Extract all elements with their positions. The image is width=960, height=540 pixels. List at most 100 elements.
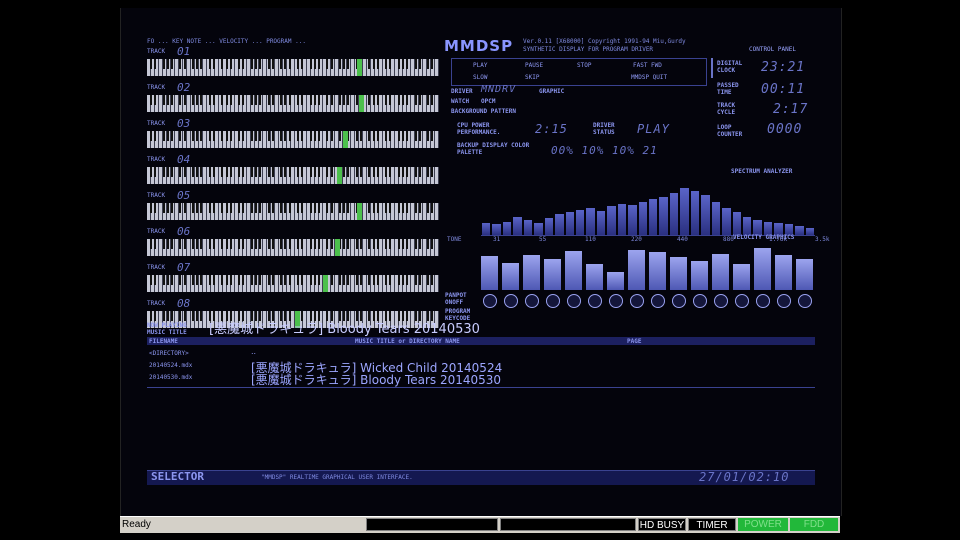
panpot-knob[interactable] [714, 294, 728, 308]
track-label: TRACK [147, 84, 166, 91]
black-key [339, 275, 341, 285]
black-key [267, 95, 270, 105]
fast-forward-button[interactable]: FAST FWD [633, 62, 662, 69]
black-key [154, 275, 157, 285]
play-button[interactable]: PLAY [473, 62, 487, 69]
file-name[interactable]: 20140524.mdx [149, 362, 192, 369]
black-key [402, 275, 404, 285]
digital-clock-value: 23:21 [761, 60, 806, 75]
timer-indicator: TIMER [688, 518, 736, 531]
black-key [326, 131, 329, 141]
black-key [192, 167, 194, 177]
file-name[interactable]: 20140530.mdx [149, 374, 192, 381]
black-key [301, 95, 304, 105]
track-number: 06 [177, 225, 191, 238]
black-key [271, 203, 274, 213]
file-title[interactable]: [悪魔城ドラキュラ] Bloody Tears 20140530 [251, 371, 501, 388]
black-key [271, 59, 274, 69]
black-key [313, 131, 316, 141]
black-key [288, 95, 291, 105]
panpot-knob[interactable] [735, 294, 749, 308]
driver-status-value: PLAY [637, 122, 670, 136]
black-key [267, 203, 270, 213]
slow-button[interactable]: SLOW [473, 74, 487, 81]
panpot-knob[interactable] [609, 294, 623, 308]
black-key [297, 275, 299, 285]
pause-button[interactable]: PAUSE [525, 62, 543, 69]
black-key [242, 239, 245, 249]
black-key [330, 275, 333, 285]
panpot-knob[interactable] [588, 294, 602, 308]
black-key [406, 167, 409, 177]
graphic-label: GRAPHIC [539, 88, 565, 95]
black-key [414, 167, 417, 177]
black-key [427, 59, 430, 69]
black-key [280, 275, 283, 285]
black-key [326, 59, 329, 69]
skip-button[interactable]: SKIP [525, 74, 539, 81]
black-key [150, 203, 152, 213]
panpot-knob[interactable] [630, 294, 644, 308]
black-key [288, 131, 291, 141]
black-key [360, 239, 362, 249]
black-key [431, 95, 434, 105]
black-key [179, 203, 182, 213]
black-key [154, 239, 157, 249]
black-key [154, 131, 157, 141]
black-key [238, 203, 241, 213]
track-1: TRACK 01 [147, 45, 439, 78]
track-number: 07 [177, 261, 191, 274]
spectrum-bar [523, 220, 533, 235]
black-key [238, 95, 241, 105]
panpot-knob[interactable] [546, 294, 560, 308]
panpot-knob[interactable] [525, 294, 539, 308]
black-key [238, 239, 241, 249]
quit-button[interactable]: MMDSP QUIT [631, 74, 667, 81]
black-key [208, 167, 211, 177]
spectrum-bar [805, 227, 814, 235]
panpot-knob[interactable] [672, 294, 686, 308]
digital-clock-label: DIGITAL CLOCK [717, 60, 743, 74]
spectrum-bar [617, 203, 627, 235]
black-key [406, 203, 409, 213]
black-key [406, 239, 409, 249]
black-key [402, 131, 404, 141]
panpot-knob[interactable] [693, 294, 707, 308]
panpot-knob[interactable] [483, 294, 497, 308]
black-key [431, 203, 434, 213]
black-key [414, 59, 417, 69]
black-key [242, 167, 245, 177]
black-key [431, 59, 434, 69]
panpot-knob[interactable] [798, 294, 812, 308]
black-key [347, 59, 350, 69]
black-key [355, 95, 358, 105]
panpot-knob[interactable] [504, 294, 518, 308]
track-number: 02 [177, 81, 191, 94]
track-3: TRACK 03 [147, 117, 439, 150]
watch-label: WATCH [451, 98, 470, 105]
panpot-knob[interactable] [756, 294, 770, 308]
track-number: 05 [177, 189, 191, 202]
track-number: 04 [177, 153, 191, 166]
velocity-bar [691, 260, 708, 290]
black-key [200, 239, 203, 249]
velocity-bar [775, 254, 792, 290]
black-key [339, 59, 341, 69]
black-key [385, 95, 388, 105]
file-title[interactable]: .. [251, 347, 256, 356]
black-key [150, 275, 152, 285]
black-key [242, 95, 245, 105]
black-key [208, 59, 211, 69]
black-key [360, 167, 362, 177]
black-key [368, 59, 371, 69]
stop-button[interactable]: STOP [577, 62, 591, 69]
panpot-knob[interactable] [777, 294, 791, 308]
black-key [267, 239, 270, 249]
panpot-knob[interactable] [567, 294, 581, 308]
velocity-bar [586, 263, 603, 290]
panpot-knob[interactable] [651, 294, 665, 308]
file-name[interactable]: <DIRECTORY> [149, 350, 189, 357]
black-key [213, 239, 215, 249]
spectrum-bar [596, 211, 606, 235]
black-key [242, 131, 245, 141]
